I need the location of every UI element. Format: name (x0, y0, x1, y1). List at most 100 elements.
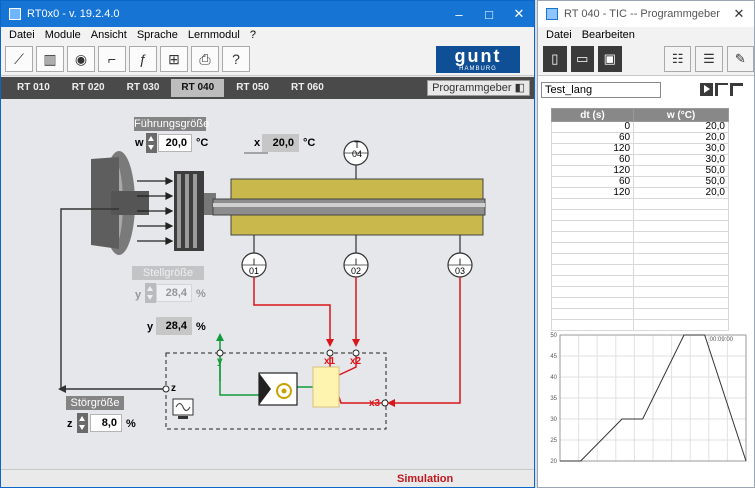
stop-icon[interactable] (730, 83, 746, 101)
cell-empty[interactable] (550, 286, 635, 298)
new-file-icon[interactable]: ▯ (543, 46, 567, 72)
cell-dt[interactable]: 60 (550, 132, 635, 144)
table-row-empty[interactable] (550, 308, 729, 320)
disturbance-spinner[interactable] (77, 413, 88, 433)
cell-empty[interactable] (633, 242, 729, 254)
table-row[interactable]: 60 50,0 (550, 176, 729, 188)
cell-empty[interactable] (633, 297, 729, 309)
side-menu-bearbeiten[interactable]: Bearbeiten (582, 29, 635, 41)
maximize-icon[interactable]: □ (474, 7, 504, 22)
minimize-icon[interactable]: – (444, 7, 474, 22)
table-row-empty[interactable] (550, 264, 729, 276)
table-row[interactable]: 120 50,0 (550, 165, 729, 177)
menu-ansicht[interactable]: Ansicht (91, 29, 127, 41)
cell-empty[interactable] (633, 264, 729, 276)
edit-table-icon[interactable]: ✎ (726, 46, 754, 72)
cell-empty[interactable] (633, 253, 729, 265)
tab-rt030[interactable]: RT 030 (117, 79, 170, 97)
y-tick-label: 45 (550, 354, 557, 360)
cell-dt[interactable]: 60 (550, 176, 635, 188)
table-row-empty[interactable] (550, 275, 729, 287)
menu-lernmodul[interactable]: Lernmodul (188, 29, 240, 41)
cell-empty[interactable] (550, 308, 635, 320)
cell-empty[interactable] (550, 264, 635, 276)
tab-rt060[interactable]: RT 060 (281, 79, 334, 97)
table-row[interactable]: 120 20,0 (550, 187, 729, 199)
sensor-01-id: 01 (248, 266, 259, 276)
setpoint-input[interactable]: 20,0 (158, 134, 192, 152)
help-icon[interactable]: ? (222, 46, 250, 72)
delete-row-icon[interactable]: ☰ (695, 46, 723, 72)
cell-w[interactable]: 20,0 (633, 187, 729, 199)
table-row-empty[interactable] (550, 231, 729, 243)
trend-plot-icon[interactable]: ⟋ (5, 46, 33, 72)
cell-empty[interactable] (633, 308, 729, 320)
program-name-field[interactable]: Test_lang (541, 82, 661, 98)
menu-module[interactable]: Module (45, 29, 81, 41)
table-row-empty[interactable] (550, 242, 729, 254)
cell-w[interactable]: 50,0 (633, 165, 729, 177)
eye-plot-icon[interactable]: ◉ (67, 46, 95, 72)
table-row[interactable]: 60 20,0 (550, 132, 729, 144)
save-icon[interactable]: ▣ (598, 46, 622, 72)
tab-rt040[interactable]: RT 040 (171, 79, 225, 97)
menu-datei[interactable]: Datei (9, 29, 35, 41)
cell-empty[interactable] (633, 198, 729, 210)
program-table-body: 0 20,0 60 20,0 120 30,0 60 30,0 120 50,0 60 50,0 120… (550, 121, 729, 331)
side-menu-datei[interactable]: Datei (546, 29, 572, 41)
cell-dt[interactable]: 60 (550, 154, 635, 166)
table-row-empty[interactable] (550, 198, 729, 210)
y-tick-label: 35 (550, 396, 557, 402)
cell-empty[interactable] (550, 198, 635, 210)
step-response-icon[interactable]: ⌐ (98, 46, 126, 72)
cell-w[interactable]: 50,0 (633, 176, 729, 188)
cell-dt[interactable]: 0 (550, 121, 635, 133)
table-row-empty[interactable] (550, 286, 729, 298)
cell-dt[interactable]: 120 (550, 187, 635, 199)
menu-help[interactable]: ? (250, 29, 256, 41)
cell-empty[interactable] (550, 220, 635, 232)
table-row[interactable]: 60 30,0 (550, 154, 729, 166)
cell-empty[interactable] (633, 286, 729, 298)
table-row-empty[interactable] (550, 209, 729, 221)
program-generator-button[interactable]: Programmgeber ◧ (427, 80, 530, 96)
print-icon[interactable]: ⎙ (191, 46, 219, 72)
cell-w[interactable]: 20,0 (633, 132, 729, 144)
open-folder-icon[interactable]: ▭ (570, 46, 595, 72)
network-icon[interactable]: ⊞ (160, 46, 188, 72)
table-row-empty[interactable] (550, 220, 729, 232)
cell-empty[interactable] (633, 220, 729, 232)
tab-rt020[interactable]: RT 020 (62, 79, 115, 97)
tab-rt050[interactable]: RT 050 (226, 79, 279, 97)
cell-empty[interactable] (550, 297, 635, 309)
cell-dt[interactable]: 120 (550, 143, 635, 155)
cell-empty[interactable] (550, 253, 635, 265)
side-close-icon[interactable]: ✕ (724, 6, 754, 22)
cell-w[interactable]: 20,0 (633, 121, 729, 133)
cell-w[interactable]: 30,0 (633, 154, 729, 166)
function-plot-icon[interactable]: ƒ (129, 46, 157, 72)
pause-icon[interactable] (715, 83, 728, 102)
cell-empty[interactable] (550, 231, 635, 243)
cell-empty[interactable] (550, 242, 635, 254)
setpoint-spinner[interactable] (146, 133, 157, 153)
insert-row-icon[interactable]: ☷ (663, 46, 692, 72)
table-row[interactable]: 120 30,0 (550, 143, 729, 155)
disturbance-input[interactable]: 8,0 (90, 414, 122, 432)
cell-empty[interactable] (633, 275, 729, 287)
cell-empty[interactable] (633, 231, 729, 243)
bar-chart-icon[interactable]: ▥ (36, 46, 64, 72)
cell-empty[interactable] (633, 209, 729, 221)
tab-rt010[interactable]: RT 010 (7, 79, 60, 97)
cell-empty[interactable] (550, 275, 635, 287)
close-icon[interactable]: ✕ (504, 6, 534, 22)
menu-sprache[interactable]: Sprache (137, 29, 178, 41)
table-row-empty[interactable] (550, 253, 729, 265)
cell-empty[interactable] (550, 209, 635, 221)
table-row-empty[interactable] (550, 297, 729, 309)
main-titlebar: RT0x0 - v. 19.2.4.0 – □ ✕ (1, 1, 534, 27)
play-icon[interactable] (700, 83, 713, 96)
cell-dt[interactable]: 120 (550, 165, 635, 177)
table-row[interactable]: 0 20,0 (550, 121, 729, 133)
cell-w[interactable]: 30,0 (633, 143, 729, 155)
